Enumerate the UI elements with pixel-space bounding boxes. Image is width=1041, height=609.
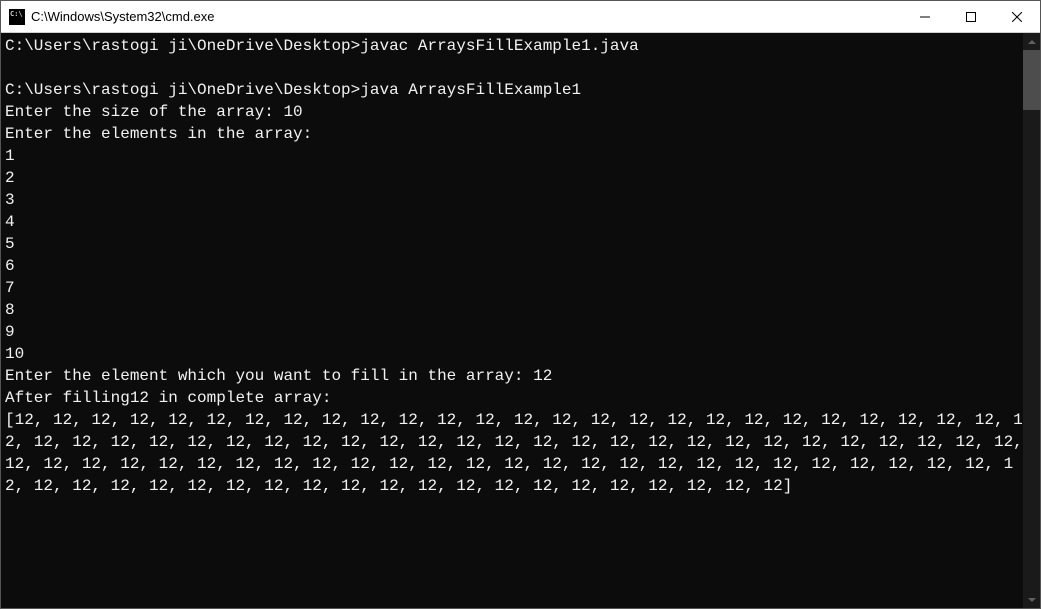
cmd-window: C:\Windows\System32\cmd.exe C:\Users\ras… bbox=[0, 0, 1041, 609]
window-title: C:\Windows\System32\cmd.exe bbox=[31, 9, 902, 24]
chevron-down-icon bbox=[1028, 598, 1036, 602]
scroll-thumb[interactable] bbox=[1023, 50, 1040, 110]
terminal-area: C:\Users\rastogi ji\OneDrive\Desktop>jav… bbox=[1, 33, 1040, 608]
close-button[interactable] bbox=[994, 1, 1040, 32]
minimize-icon bbox=[920, 12, 930, 22]
scroll-track[interactable] bbox=[1023, 50, 1040, 591]
cmd-icon bbox=[9, 9, 25, 25]
scrollbar[interactable] bbox=[1023, 33, 1040, 608]
scroll-up-arrow[interactable] bbox=[1023, 33, 1040, 50]
maximize-icon bbox=[966, 12, 976, 22]
maximize-button[interactable] bbox=[948, 1, 994, 32]
titlebar[interactable]: C:\Windows\System32\cmd.exe bbox=[1, 1, 1040, 33]
scroll-down-arrow[interactable] bbox=[1023, 591, 1040, 608]
close-icon bbox=[1012, 12, 1022, 22]
window-controls bbox=[902, 1, 1040, 32]
chevron-up-icon bbox=[1028, 40, 1036, 44]
minimize-button[interactable] bbox=[902, 1, 948, 32]
terminal-output[interactable]: C:\Users\rastogi ji\OneDrive\Desktop>jav… bbox=[1, 33, 1023, 608]
